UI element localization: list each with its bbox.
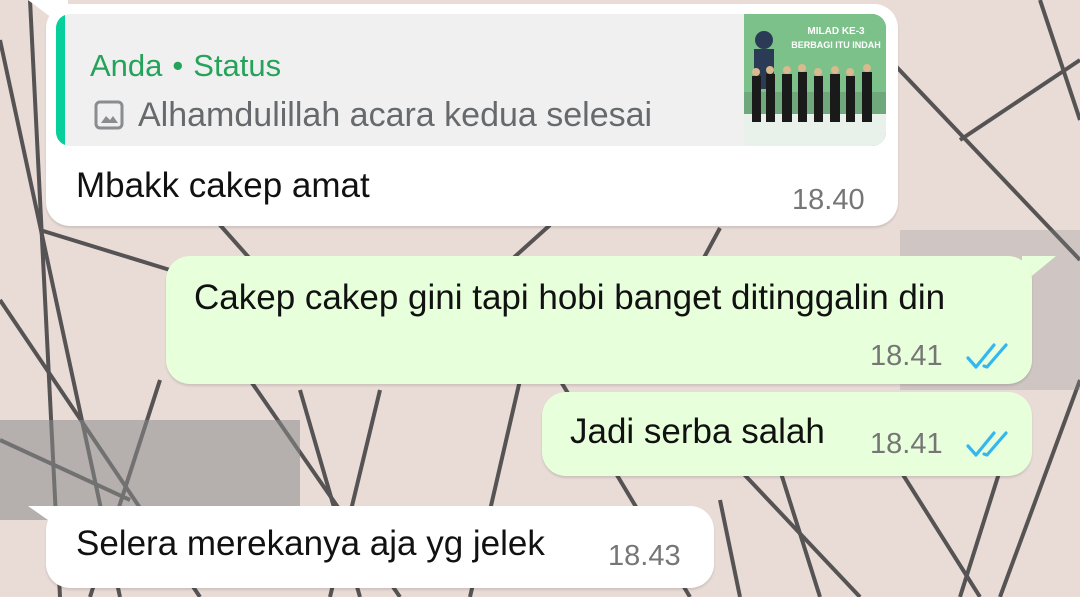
quote-separator: • [172,48,184,83]
message-text: Cakep cakep gini tapi hobi banget diting… [194,278,946,317]
thumbnail-caption-2: BERBAGI ITU INDAH [791,40,881,50]
status-thumbnail[interactable]: MILAD KE-3 BERBAGI ITU INDAH [744,14,886,146]
message-time: 18.41 [870,428,943,460]
image-icon [94,100,124,130]
message-time: 18.41 [870,340,943,372]
quote-text: Alhamdulillah acara kedua selesai [138,96,653,134]
message-time: 18.43 [608,540,681,572]
quote-source: Status [193,48,282,83]
outgoing-message-bubble[interactable]: Jadi serba salah 18.41 [542,392,1032,476]
double-check-icon [966,343,1008,369]
message-text: Jadi serba salah [570,412,825,451]
outgoing-message-bubble[interactable]: Cakep cakep gini tapi hobi banget diting… [166,256,1032,384]
message-text: Mbakk cakep amat [76,166,370,205]
message-time: 18.40 [792,184,865,216]
incoming-message-bubble[interactable]: Selera merekanya aja yg jelek 18.43 [46,506,714,588]
double-check-icon [966,431,1008,457]
quoted-status[interactable]: Anda • Status Alhamdulillah acara kedua se… [56,14,886,146]
quote-accent-bar [56,14,65,146]
incoming-message-bubble[interactable]: Anda • Status Alhamdulillah acara kedua se… [46,4,898,226]
quote-header: Anda • Status [90,48,281,84]
quote-author: Anda [90,48,163,83]
thumbnail-caption-1: MILAD KE-3 [807,26,865,37]
message-text: Selera merekanya aja yg jelek [76,524,545,563]
